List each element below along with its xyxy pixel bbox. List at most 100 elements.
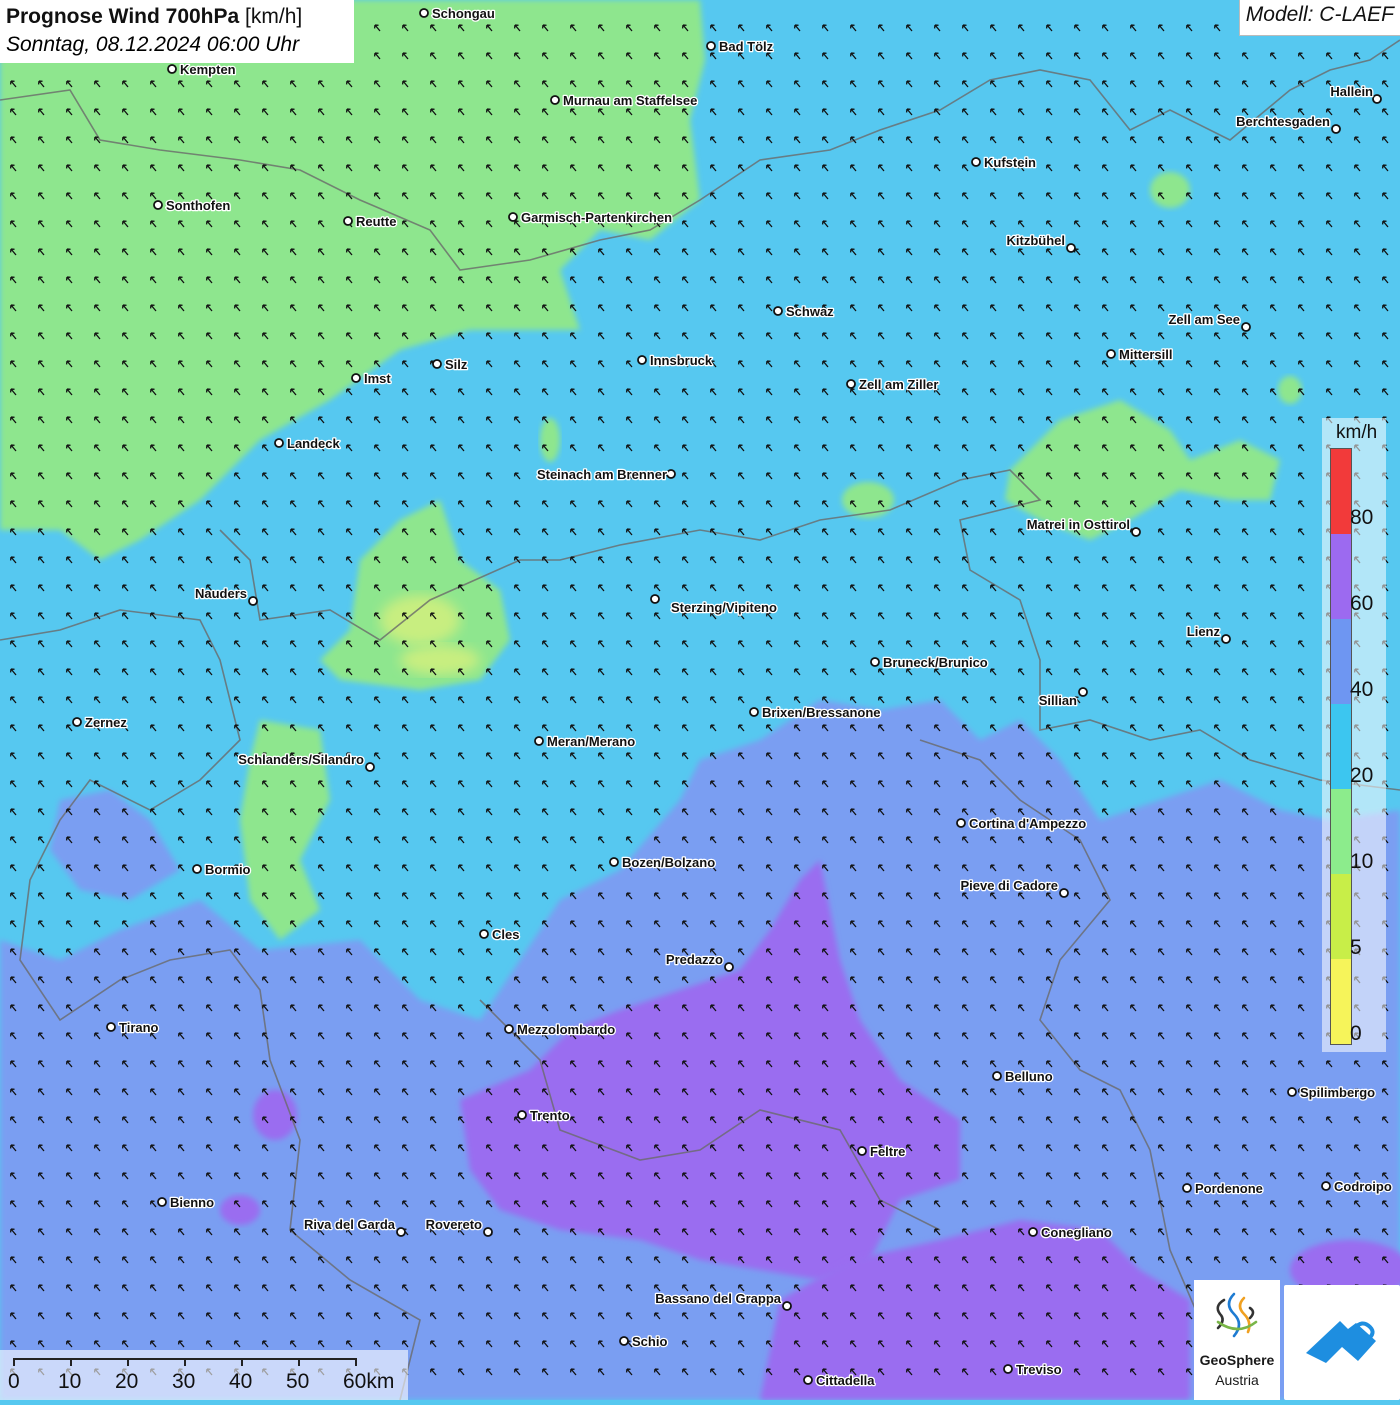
- legend-tick-label: 10: [1350, 850, 1374, 873]
- city-label: Cittadella: [816, 1373, 875, 1388]
- city-marker: Schongau: [419, 5, 496, 22]
- city-dot: [1106, 349, 1116, 359]
- city-label: Steinach am Brenner: [537, 467, 667, 482]
- city-marker: Bozen/Bolzano: [609, 854, 717, 871]
- map-title: Prognose Wind 700hPa: [6, 5, 240, 28]
- city-dot: [72, 717, 82, 727]
- scale-tick: [127, 1358, 129, 1366]
- city-dot: [1372, 94, 1382, 104]
- city-label: Garmisch-Partenkirchen: [521, 210, 672, 225]
- city-dot: [706, 41, 716, 51]
- city-label: Innsbruck: [650, 353, 713, 368]
- city-marker: Garmisch-Partenkirchen: [508, 209, 673, 226]
- city-label: Brixen/Bressanone: [762, 705, 881, 720]
- city-label: Sonthofen: [166, 198, 230, 213]
- city-label: Zernez: [85, 715, 127, 730]
- geosphere-country: Austria: [1215, 1372, 1259, 1388]
- city-label: Codroipo: [1334, 1179, 1392, 1194]
- legend-tick-label: 0: [1350, 1022, 1362, 1045]
- city-dot: [351, 373, 361, 383]
- title-box: Prognose Wind 700hPa [km/h] Sonntag, 08.…: [0, 0, 354, 63]
- city-label: Mezzolombardo: [517, 1022, 615, 1037]
- city-dot: [1241, 322, 1251, 332]
- city-dot: [504, 1024, 514, 1034]
- geosphere-name: GeoSphere: [1199, 1352, 1275, 1368]
- city-dot: [1182, 1183, 1192, 1193]
- city-label: Kempten: [180, 62, 236, 77]
- legend-color-segment: [1331, 619, 1351, 704]
- city-marker: Zell am Ziller: [846, 376, 940, 393]
- city-label: Mittersill: [1119, 347, 1172, 362]
- city-dot: [637, 355, 647, 365]
- city-label: Hallein: [1330, 84, 1373, 99]
- title-line: Prognose Wind 700hPa [km/h]: [6, 3, 348, 31]
- city-label: Schongau: [432, 6, 495, 21]
- city-marker: Conegliano: [1028, 1224, 1113, 1241]
- city-dot: [483, 1227, 493, 1237]
- scale-tick: [13, 1358, 15, 1366]
- city-dot: [650, 594, 660, 604]
- city-label: Nauders: [195, 586, 247, 601]
- city-label: Zell am Ziller: [859, 377, 938, 392]
- geosphere-emblem-icon: [1216, 1292, 1258, 1338]
- city-marker: Spilimbergo: [1287, 1084, 1376, 1101]
- city-dot: [534, 736, 544, 746]
- scale-tick: [184, 1358, 186, 1366]
- map-title-unit: [km/h]: [245, 5, 303, 28]
- city-label: Tirano: [119, 1020, 159, 1035]
- city-dot: [1059, 888, 1069, 898]
- city-dot: [782, 1301, 792, 1311]
- scale-label: 30: [172, 1370, 196, 1393]
- wind-band-5-10-patch: [400, 645, 480, 675]
- city-label: Cles: [492, 927, 519, 942]
- city-dot: [167, 64, 177, 74]
- city-dot: [550, 95, 560, 105]
- city-label: Silz: [445, 357, 468, 372]
- city-marker: Cortina d'Ampezzo: [956, 815, 1088, 832]
- city-dot: [479, 929, 489, 939]
- city-dot: [1066, 243, 1076, 253]
- city-dot: [666, 469, 676, 479]
- city-marker: Murnau am Staffelsee: [550, 92, 699, 109]
- city-dot: [1287, 1087, 1297, 1097]
- wind-map: Schongau Bad Tölz Kempten Murnau am Staffel…: [0, 0, 1400, 1400]
- city-marker: Brixen/Bressanone: [749, 704, 882, 721]
- legend-tick-label: 20: [1350, 764, 1374, 787]
- legend-tick-label: 5: [1350, 936, 1362, 959]
- city-label: Pieve di Cadore: [960, 878, 1058, 893]
- legend-color-segment: [1331, 534, 1351, 619]
- city-dot: [432, 359, 442, 369]
- legend-color-bar: [1330, 448, 1352, 1045]
- scale-label: 20: [115, 1370, 139, 1393]
- city-dot: [724, 962, 734, 972]
- city-label: Predazzo: [666, 952, 723, 967]
- city-label: Berchtesgaden: [1236, 114, 1330, 129]
- city-label: Lienz: [1187, 624, 1221, 639]
- city-label: Bienno: [170, 1195, 214, 1210]
- city-label: Feltre: [870, 1144, 905, 1159]
- city-dot: [192, 864, 202, 874]
- scale-tick: [298, 1358, 300, 1366]
- city-dot: [1028, 1227, 1038, 1237]
- city-label: Bassano del Grappa: [655, 1291, 781, 1306]
- city-dot: [274, 438, 284, 448]
- city-dot: [1321, 1181, 1331, 1191]
- city-label: Zell am See: [1168, 312, 1240, 327]
- legend-unit: km/h: [1336, 422, 1378, 443]
- scale-tick: [241, 1358, 243, 1366]
- city-dot: [153, 200, 163, 210]
- weather-app-logo: [1284, 1285, 1400, 1400]
- city-dot: [749, 707, 759, 717]
- city-label: Treviso: [1016, 1362, 1062, 1377]
- city-dot: [773, 306, 783, 316]
- city-label: Riva del Garda: [304, 1217, 396, 1232]
- city-label: Bozen/Bolzano: [622, 855, 715, 870]
- city-label: Pordenone: [1195, 1181, 1263, 1196]
- city-dot: [956, 818, 966, 828]
- wind-band-5-10-patch: [380, 595, 460, 645]
- color-legend: km/h 80 60 40 20 10 5 0: [1322, 418, 1386, 1052]
- city-label: Kufstein: [984, 155, 1036, 170]
- city-marker: Steinach am Brenner: [536, 466, 676, 483]
- legend-tick-label: 80: [1350, 506, 1374, 529]
- scale-label: 40: [229, 1370, 253, 1393]
